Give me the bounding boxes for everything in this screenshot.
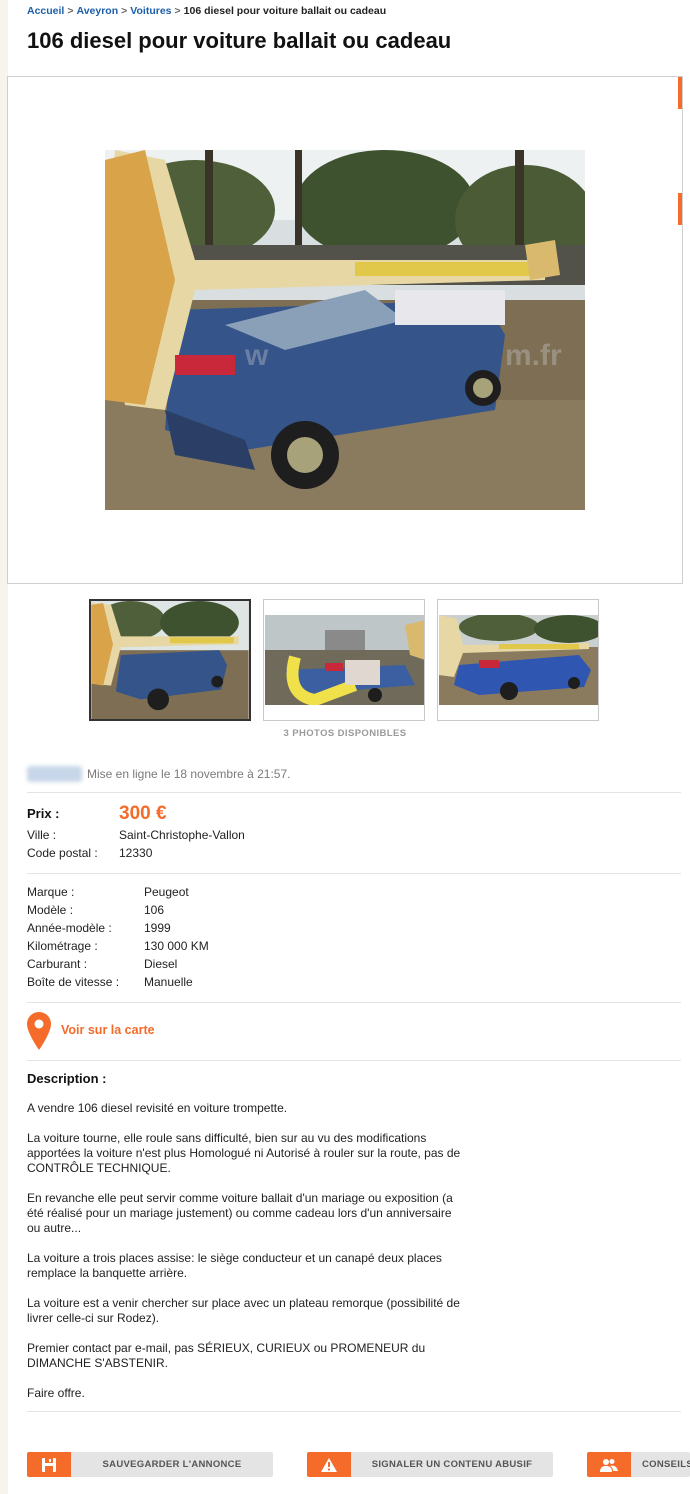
gearbox-value: Manuelle	[144, 975, 193, 989]
map-pin-icon[interactable]	[27, 1012, 51, 1055]
ad-title: 106 diesel pour voiture ballait ou cadea…	[27, 28, 452, 53]
warning-triangle-icon	[307, 1452, 351, 1477]
thumbnail-image	[439, 615, 598, 705]
thumbnail-2[interactable]	[263, 599, 425, 721]
mileage-value: 130 000 KM	[144, 939, 209, 953]
photos-available-label: 3 PHOTOS DISPONIBLES	[283, 728, 407, 739]
description-paragraph: En revanche elle peut servir comme voitu…	[27, 1191, 453, 1235]
advice-button[interactable]: CONSEILS	[587, 1452, 690, 1477]
thumbnail-1[interactable]	[89, 599, 251, 721]
car-trumpet-photo: w m.fr	[105, 150, 585, 510]
city-label: Ville :	[27, 828, 57, 842]
description-paragraph: Premier contact par e-mail, pas SÉRIEUX,…	[27, 1341, 426, 1370]
description-paragraph: Faire offre.	[27, 1386, 85, 1400]
main-photo-frame[interactable]: w m.fr	[7, 76, 683, 584]
divider	[27, 1411, 681, 1412]
orange-side-tab[interactable]	[678, 77, 682, 109]
report-abuse-label: SIGNALER UN CONTENU ABUSIF	[371, 1459, 533, 1470]
fuel-label: Carburant :	[27, 957, 88, 971]
posted-date: Mise en ligne le 18 novembre à 21:57.	[87, 767, 291, 781]
mileage-label: Kilométrage :	[27, 939, 98, 953]
save-ad-button[interactable]: SAUVEGARDER L'ANNONCE	[27, 1452, 273, 1477]
report-abuse-button[interactable]: SIGNALER UN CONTENU ABUSIF	[307, 1452, 553, 1477]
brand-label: Marque :	[27, 885, 75, 899]
description-paragraph: La voiture a trois places assise: le siè…	[27, 1251, 442, 1280]
divider	[27, 1060, 681, 1061]
model-year-value: 1999	[144, 921, 171, 935]
gearbox-label: Boîte de vitesse :	[27, 975, 120, 989]
users-icon	[587, 1452, 631, 1477]
breadcrumb-home-link[interactable]: Accueil	[27, 5, 64, 17]
svg-text:m.fr: m.fr	[505, 339, 562, 372]
divider	[27, 873, 681, 874]
orange-side-tab[interactable]	[678, 193, 682, 225]
breadcrumb: Accueil > Aveyron > Voitures >106 diesel pour…	[27, 5, 386, 17]
price-label: Prix :	[27, 806, 60, 821]
brand-value: Peugeot	[144, 885, 189, 899]
thumbnail-3[interactable]	[437, 599, 599, 721]
city-value: Saint-Christophe-Vallon	[119, 828, 245, 842]
floppy-disk-icon	[27, 1452, 71, 1477]
divider	[27, 1002, 681, 1003]
breadcrumb-category-link[interactable]: Voitures	[130, 5, 171, 17]
map-link[interactable]: Voir sur la carte	[61, 1023, 155, 1037]
seller-name-blurred[interactable]	[27, 766, 82, 782]
divider	[27, 792, 681, 793]
postal-code-value: 12330	[119, 846, 153, 860]
thumbnail-image	[91, 601, 249, 719]
photo-thumbnails	[89, 599, 601, 721]
breadcrumb-separator: >	[67, 5, 74, 17]
advice-label: CONSEILS	[642, 1459, 690, 1470]
main-photo[interactable]: w m.fr	[105, 150, 585, 510]
description-title: Description :	[27, 1071, 107, 1086]
fuel-value: Diesel	[144, 957, 178, 971]
model-year-label: Année-modèle :	[27, 921, 112, 935]
breadcrumb-separator: >	[121, 5, 128, 17]
save-ad-label: SAUVEGARDER L'ANNONCE	[102, 1459, 242, 1470]
description-paragraph: La voiture tourne, elle roule sans diffi…	[27, 1131, 461, 1175]
description-paragraph: A vendre 106 diesel revisité en voiture …	[27, 1101, 288, 1115]
price-value: 300 €	[119, 803, 167, 824]
svg-text:w: w	[244, 339, 269, 372]
breadcrumb-separator: >	[174, 5, 181, 17]
thumbnail-image	[265, 615, 424, 705]
model-label: Modèle :	[27, 903, 74, 917]
description-paragraph: La voiture est a venir chercher sur plac…	[27, 1296, 460, 1325]
breadcrumb-region-link[interactable]: Aveyron	[77, 5, 119, 17]
model-value: 106	[144, 903, 165, 917]
breadcrumb-current: 106 diesel pour voiture ballait ou cadea…	[183, 5, 387, 17]
postal-code-label: Code postal :	[27, 846, 98, 860]
